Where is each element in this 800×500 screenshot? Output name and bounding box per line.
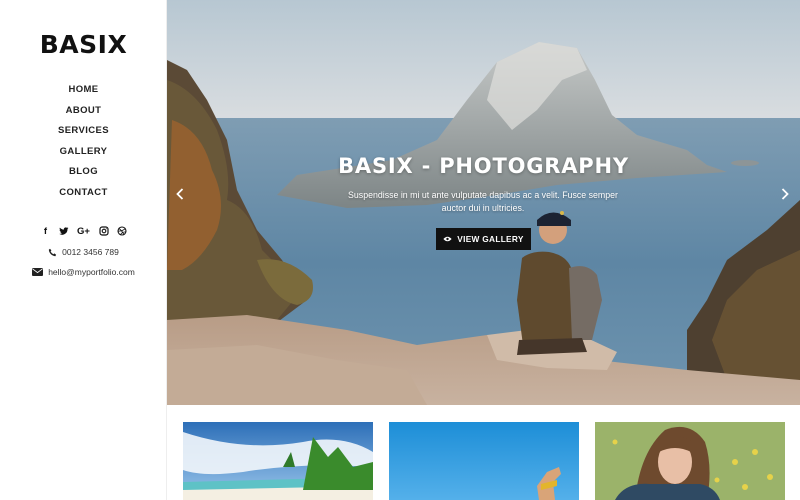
nav-item-home[interactable]: HOME	[0, 84, 167, 105]
sky-hand-image	[389, 422, 579, 500]
phone-number[interactable]: 0012 3456 789	[62, 247, 119, 257]
eye-icon	[443, 236, 452, 242]
slider-prev-button[interactable]	[173, 186, 187, 206]
contact-phone: 0012 3456 789	[0, 247, 167, 257]
contact-email: hello@myportfolio.com	[0, 267, 167, 277]
main-nav: HOME ABOUT SERVICES GALLERY BLOG CONTACT	[0, 84, 167, 208]
hero-title: BASIX - PHOTOGRAPHY	[338, 154, 629, 178]
gallery-thumb-beach[interactable]	[183, 422, 373, 500]
hero-subtitle-line-2: auctor dui in ultricies.	[441, 203, 525, 213]
google-plus-icon[interactable]: G+	[77, 226, 91, 238]
woman-portrait-image	[595, 422, 785, 500]
instagram-icon[interactable]	[98, 226, 109, 238]
beach-image	[183, 422, 373, 500]
slider-next-button[interactable]	[778, 186, 792, 206]
hero-subtitle-line-1: Suspendisse in mi ut ante vulputate dapi…	[348, 190, 618, 200]
social-links: f G+	[0, 226, 167, 238]
phone-icon	[48, 248, 57, 256]
dribbble-icon[interactable]	[116, 226, 127, 238]
facebook-icon[interactable]: f	[41, 226, 51, 238]
view-gallery-button[interactable]: VIEW GALLERY	[436, 228, 531, 250]
chevron-right-icon	[781, 188, 789, 200]
nav-item-contact[interactable]: CONTACT	[0, 187, 167, 208]
nav-item-gallery[interactable]: GALLERY	[0, 146, 167, 167]
gallery-thumb-sky-hand[interactable]	[389, 422, 579, 500]
twitter-icon[interactable]	[58, 226, 69, 238]
sidebar: BASIX HOME ABOUT SERVICES GALLERY BLOG C…	[0, 0, 167, 500]
hero-slider: BASIX - PHOTOGRAPHY Suspendisse in mi ut…	[167, 0, 800, 405]
chevron-left-icon	[176, 188, 184, 200]
hero-subtitle: Suspendisse in mi ut ante vulputate dapi…	[333, 189, 633, 215]
nav-item-about[interactable]: ABOUT	[0, 105, 167, 126]
nav-item-services[interactable]: SERVICES	[0, 125, 167, 146]
envelope-icon	[32, 268, 44, 276]
view-gallery-label: VIEW GALLERY	[457, 234, 524, 244]
nav-item-blog[interactable]: BLOG	[0, 166, 167, 187]
site-logo[interactable]: BASIX	[0, 30, 167, 59]
gallery-thumb-woman-portrait[interactable]	[595, 422, 785, 500]
email-address[interactable]: hello@myportfolio.com	[48, 267, 135, 277]
